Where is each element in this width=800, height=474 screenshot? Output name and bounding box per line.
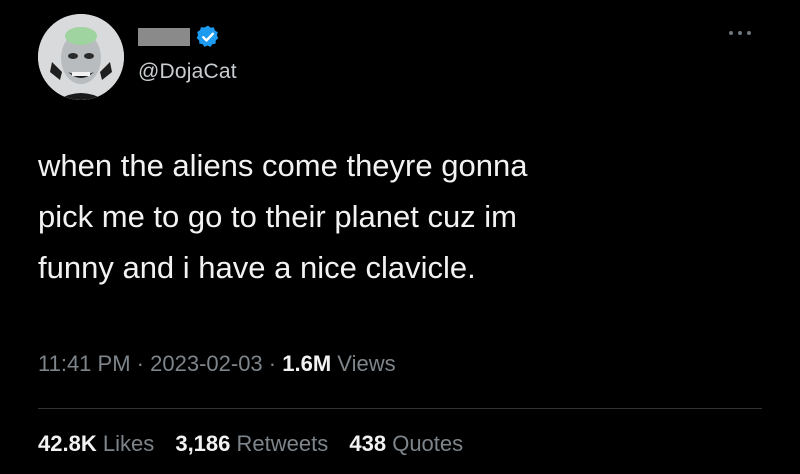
views-count: 1.6M [282, 351, 332, 376]
tweet-time[interactable]: 11:41 PM [38, 351, 131, 376]
tweet-meta: 11:41 PM · 2023-02-03 · 1.6M Views [38, 351, 396, 377]
avatar-image [38, 14, 124, 100]
retweets-stat[interactable]: 3,186 Retweets [175, 431, 328, 457]
verified-badge-icon [195, 24, 221, 50]
views-label: Views [337, 351, 396, 376]
user-handle[interactable]: @DojaCat [138, 60, 237, 84]
tweet-text-line: pick me to go to their planet cuz im [38, 199, 518, 234]
avatar[interactable] [38, 14, 124, 100]
likes-label: Likes [102, 431, 155, 456]
engagement-stats: 42.8K Likes 3,186 Retweets 438 Quotes [38, 431, 478, 457]
tweet-date[interactable]: 2023-02-03 [150, 351, 263, 376]
quotes-label: Quotes [392, 431, 464, 456]
tweet-text: when the aliens come theyre gonna pick m… [38, 140, 758, 293]
retweets-label: Retweets [236, 431, 329, 456]
quotes-stat[interactable]: 438 Quotes [349, 431, 463, 457]
divider [38, 408, 762, 409]
display-name-redacted [138, 28, 190, 46]
quotes-count: 438 [349, 431, 387, 456]
retweets-count: 3,186 [175, 431, 231, 456]
more-options-icon[interactable] [726, 28, 754, 38]
likes-count: 42.8K [38, 431, 97, 456]
tweet-text-line: when the aliens come theyre gonna [38, 148, 528, 183]
meta-separator: · [136, 351, 144, 376]
meta-separator: · [268, 351, 277, 376]
tweet-card: @DojaCat when the aliens come theyre gon… [0, 0, 800, 474]
tweet-text-line: funny and i have a nice clavicle. [38, 250, 476, 285]
likes-stat[interactable]: 42.8K Likes [38, 431, 154, 457]
